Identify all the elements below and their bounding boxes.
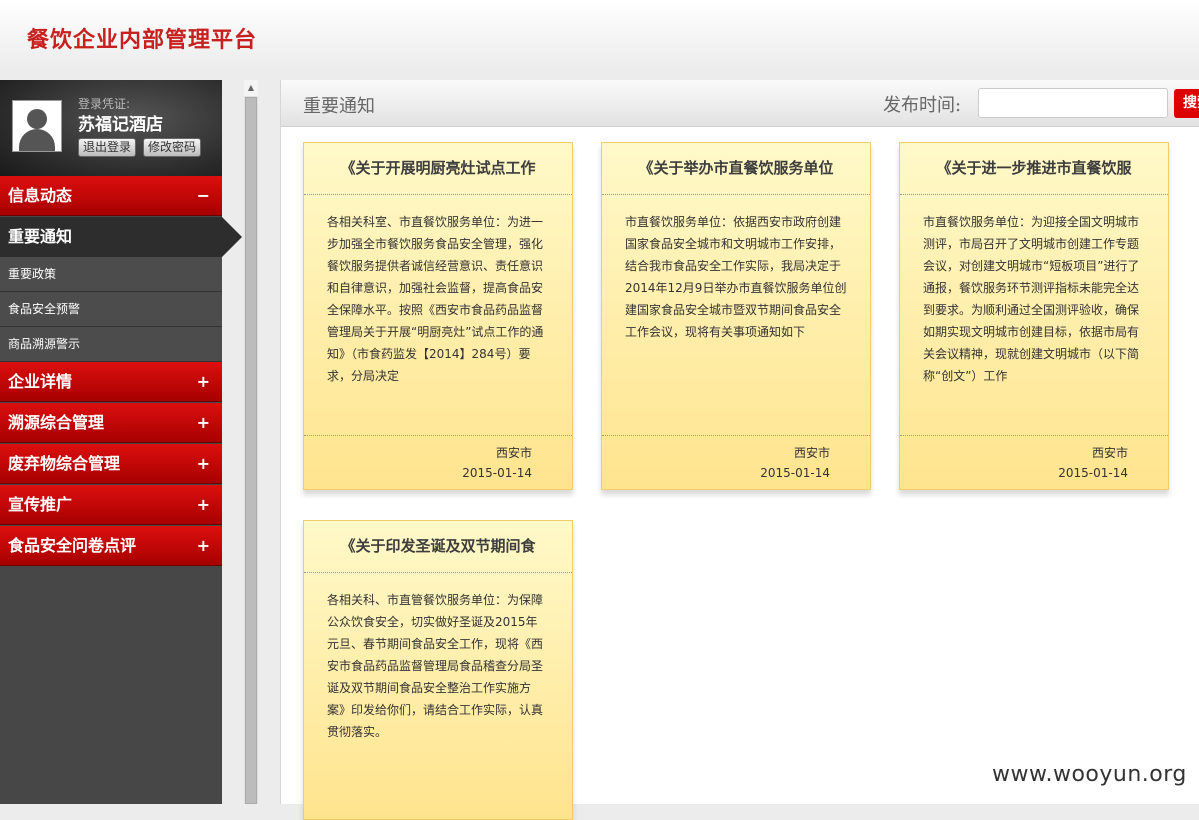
notice-card[interactable]: 《关于举办市直餐饮服务单位 市直餐饮服务单位：依据西安市政府创建国家食品安全城市… xyxy=(601,142,871,490)
notice-summary: 市直餐饮服务单位：依据西安市政府创建国家食品安全城市和文明城市工作安排，结合我市… xyxy=(625,215,847,339)
publish-date-input[interactable] xyxy=(978,88,1168,118)
user-panel: 登录凭证: 苏福记酒店 退出登录 修改密码 xyxy=(0,80,222,176)
sidebar-item-important-notices[interactable]: 重要通知 xyxy=(0,217,222,257)
scroll-thumb[interactable] xyxy=(245,97,257,804)
notice-summary: 市直餐饮服务单位：为迎接全国文明城市测评，市局召开了文明城市创建工作专题会议，对… xyxy=(923,215,1140,383)
expand-icon: + xyxy=(196,413,210,432)
scroll-up-icon[interactable]: ▲ xyxy=(244,80,258,96)
sidebar-group-label: 废弃物综合管理 xyxy=(8,454,121,473)
sidebar-item-trace-warnings[interactable]: 商品溯源警示 xyxy=(0,327,222,362)
watermark: www.wooyun.org xyxy=(992,762,1187,787)
notice-date: 2015-01-14 xyxy=(760,466,830,480)
notice-title[interactable]: 《关于印发圣诞及双节期间食 xyxy=(304,521,572,573)
avatar xyxy=(12,100,62,152)
sidebar-group-waste[interactable]: 废弃物综合管理 + xyxy=(0,444,222,484)
notice-summary: 各相关科室、市直餐饮服务单位：为进一步加强全市餐饮服务食品安全管理，强化餐饮服务… xyxy=(327,215,544,383)
expand-icon: + xyxy=(196,536,210,555)
user-name: 苏福记酒店 xyxy=(78,115,163,135)
user-silhouette-icon xyxy=(27,109,47,129)
sidebar-group-label: 溯源综合管理 xyxy=(8,413,105,432)
sidebar-item-label: 商品溯源警示 xyxy=(8,337,81,351)
sidebar-group-label: 食品安全问卷点评 xyxy=(8,536,137,555)
notice-card[interactable]: 《关于开展明厨亮灶试点工作 各相关科室、市直餐饮服务单位：为进一步加强全市餐饮服… xyxy=(303,142,573,490)
expand-icon: + xyxy=(196,372,210,391)
header: 餐饮企业内部管理平台 xyxy=(0,0,1199,70)
notice-source: 西安市 xyxy=(1091,446,1128,460)
change-password-button[interactable]: 修改密码 xyxy=(143,138,202,157)
notice-footer: 西安市 2015-01-14 xyxy=(304,435,572,492)
search-button[interactable]: 搜索 xyxy=(1174,89,1199,118)
notice-card[interactable]: 《关于进一步推进市直餐饮服 市直餐饮服务单位：为迎接全国文明城市测评，市局召开了… xyxy=(899,142,1169,490)
sidebar-item-food-safety-alerts[interactable]: 食品安全预警 xyxy=(0,292,222,327)
sidebar-group-survey[interactable]: 食品安全问卷点评 + xyxy=(0,526,222,566)
notice-footer: 西安市 2015-01-14 xyxy=(602,435,870,492)
main-panel: 重要通知 发布时间: 搜索 《关于开展明厨亮灶试点工作 各相关科室、市直餐饮服务… xyxy=(280,80,1199,820)
expand-icon: + xyxy=(196,454,210,473)
notice-footer: 西安市 2015-01-14 xyxy=(900,435,1168,492)
notice-card[interactable]: 《关于印发圣诞及双节期间食 各相关科、市直管餐饮服务单位：为保障公众饮食安全，切… xyxy=(303,520,573,820)
sidebar-item-label: 重要通知 xyxy=(8,227,73,246)
sidebar-group-label: 宣传推广 xyxy=(8,495,73,514)
notice-source: 西安市 xyxy=(793,446,830,460)
sidebar-group-traceability[interactable]: 溯源综合管理 + xyxy=(0,403,222,443)
collapse-icon: − xyxy=(196,186,210,205)
sidebar-group-promotion[interactable]: 宣传推广 + xyxy=(0,485,222,525)
notice-title[interactable]: 《关于进一步推进市直餐饮服 xyxy=(900,143,1168,195)
logout-button[interactable]: 退出登录 xyxy=(78,138,137,157)
sidebar-item-label: 重要政策 xyxy=(8,267,57,281)
sidebar-group-info[interactable]: 信息动态 − xyxy=(0,176,222,216)
sidebar: 登录凭证: 苏福记酒店 退出登录 修改密码 信息动态 − 重要通知 重要政策 食… xyxy=(0,80,242,804)
notice-source: 西安市 xyxy=(495,446,532,460)
sidebar-group-enterprise[interactable]: 企业详情 + xyxy=(0,362,222,402)
sidebar-group-label: 信息动态 xyxy=(8,186,73,205)
active-arrow-icon xyxy=(222,217,242,257)
notice-title[interactable]: 《关于举办市直餐饮服务单位 xyxy=(602,143,870,195)
notice-date: 2015-01-14 xyxy=(462,466,532,480)
publish-date-label: 发布时间: xyxy=(883,95,962,116)
notice-title[interactable]: 《关于开展明厨亮灶试点工作 xyxy=(304,143,572,195)
section-title: 重要通知 xyxy=(303,96,375,117)
sidebar-item-important-policies[interactable]: 重要政策 xyxy=(0,257,222,292)
notice-date: 2015-01-14 xyxy=(1058,466,1128,480)
expand-icon: + xyxy=(196,495,210,514)
sidebar-item-label: 食品安全预警 xyxy=(8,302,81,316)
toolbar: 重要通知 发布时间: 搜索 xyxy=(281,80,1199,127)
sidebar-group-label: 企业详情 xyxy=(8,372,73,391)
app-title: 餐饮企业内部管理平台 xyxy=(27,28,258,53)
scrollbar[interactable]: ▲ xyxy=(244,80,258,804)
notice-summary: 各相关科、市直管餐饮服务单位：为保障公众饮食安全，切实做好圣诞及2015年元旦、… xyxy=(327,593,544,739)
